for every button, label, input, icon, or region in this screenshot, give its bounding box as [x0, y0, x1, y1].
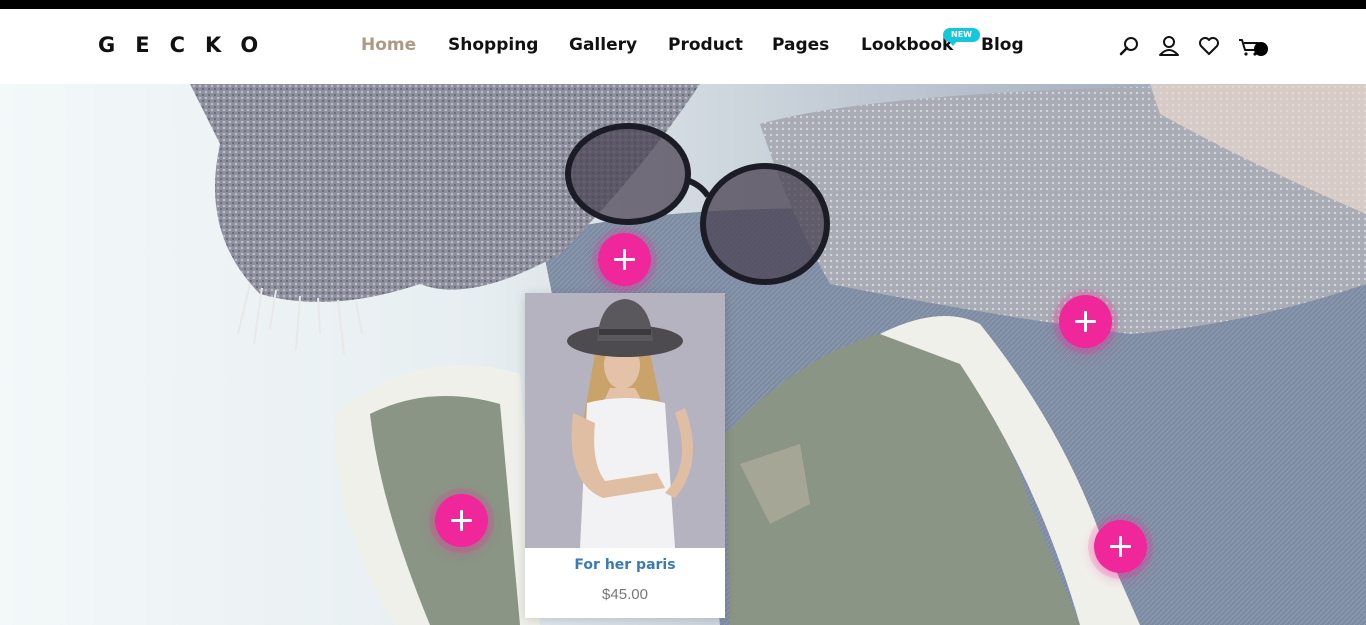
heart-icon[interactable]: [1197, 34, 1221, 58]
hotspot-button[interactable]: [435, 494, 488, 547]
top-black-bar: [0, 0, 1366, 9]
hotspot-button[interactable]: [1059, 295, 1112, 348]
nav-item-lookbook[interactable]: Lookbook: [861, 35, 953, 55]
site-logo[interactable]: GECKO: [98, 33, 278, 57]
nav-item-gallery[interactable]: Gallery: [569, 35, 637, 55]
product-image[interactable]: [525, 293, 725, 548]
nav-item-pages[interactable]: Pages: [772, 35, 829, 55]
hotspot-button[interactable]: [1094, 520, 1147, 573]
cart-count-badge: [1254, 42, 1268, 56]
site-header: GECKO Home Shopping Gallery Product Page…: [0, 9, 1366, 84]
product-price: $45.00: [602, 586, 648, 603]
user-icon[interactable]: [1157, 34, 1181, 58]
nav-item-shopping[interactable]: Shopping: [448, 35, 538, 55]
nav-item-product[interactable]: Product: [668, 35, 743, 55]
nav-item-home[interactable]: Home: [361, 35, 416, 55]
new-badge: NEW: [943, 28, 980, 46]
search-icon[interactable]: [1118, 34, 1142, 58]
nav-item-blog[interactable]: Blog: [981, 35, 1024, 55]
product-card[interactable]: For her paris $45.00: [525, 293, 725, 618]
hotspot-button[interactable]: [598, 233, 651, 286]
product-name[interactable]: For her paris: [525, 557, 725, 573]
